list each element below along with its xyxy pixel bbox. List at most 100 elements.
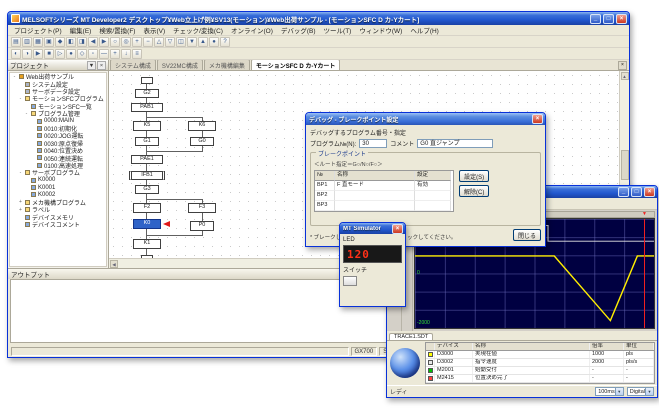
channel-row[interactable]: D3002 指令速度 2000 pls/s (426, 359, 654, 367)
dialog-close-button[interactable]: × (532, 114, 543, 124)
sfc-step-k6[interactable]: K6 (188, 121, 216, 131)
menu-item[interactable]: 検索/置換(F) (95, 25, 139, 35)
simulator-icon[interactable]: ◐ (11, 49, 21, 59)
tree-item[interactable]: K0002 (10, 191, 106, 198)
open-project-icon[interactable]: ▥ (22, 37, 32, 47)
replace-icon[interactable]: ◎ (121, 37, 131, 47)
sfc-step-ifb1[interactable]: IFB1 (129, 171, 165, 180)
paste-icon[interactable]: ◨ (77, 37, 87, 47)
read-from-motion-icon[interactable]: ▲ (198, 37, 208, 47)
sfc-transition-g2[interactable]: G2 (135, 89, 159, 98)
transfer-setup-icon[interactable]: ◫ (176, 37, 186, 47)
tree-item[interactable]: 0010:初期化 (10, 125, 106, 132)
main-titlebar[interactable]: MELSOFTシリーズ MT Developer2 デスクトップ¥Web立上げ例… (8, 12, 629, 25)
start-icon[interactable]: ▶ (33, 49, 43, 59)
sfc-step-k0-selected[interactable]: K0 (133, 219, 161, 229)
cursor-marker-icon[interactable]: ▼ (642, 211, 647, 218)
sfc-step-k5[interactable]: K5 (133, 121, 161, 131)
redo-icon[interactable]: ▶ (99, 37, 109, 47)
comment-field[interactable]: G0 直ジャンプ (417, 139, 493, 148)
tree-item[interactable]: 0100:高速処理 (10, 162, 106, 169)
program-number-field[interactable]: 30 (359, 139, 387, 148)
close-button[interactable]: × (616, 14, 627, 24)
tree-item[interactable]: 0050:連続運転 (10, 154, 106, 161)
tree-item[interactable]: - サーボプログラム (10, 169, 106, 176)
tree-expander-icon[interactable]: - (12, 74, 17, 80)
branch-symbol-icon[interactable]: + (110, 49, 120, 59)
tree-expander-icon[interactable]: - (18, 170, 23, 176)
sfc-start-step[interactable] (141, 77, 153, 84)
tree-item[interactable]: デバイスコメント (10, 221, 106, 228)
clear-breakpoint-button[interactable]: 解除(C) (459, 185, 489, 197)
sfc-step-pab1[interactable]: PAB1 (131, 103, 163, 112)
debug-icon[interactable]: ◑ (22, 49, 32, 59)
tree-expander-icon[interactable]: - (18, 96, 23, 102)
step-symbol-icon[interactable]: ▫ (88, 49, 98, 59)
scope-close-button[interactable]: × (644, 187, 655, 197)
tree-expander-icon[interactable]: - (24, 111, 29, 117)
breakpoint-row[interactable]: BP3 (315, 201, 453, 211)
breakpoint-row[interactable]: BP1 F 直モード 有効 (315, 181, 453, 191)
menu-item[interactable]: オンライン(O) (227, 25, 277, 35)
tree-item[interactable]: システム設定 (10, 80, 106, 87)
help-icon[interactable]: ? (220, 37, 230, 47)
tab-mechanism[interactable]: メカ機構編集 (204, 60, 250, 70)
sfc-transition-g3[interactable]: G3 (135, 185, 159, 194)
menu-item[interactable]: 編集(E) (66, 25, 96, 35)
write-to-motion-icon[interactable]: ▼ (187, 37, 197, 47)
tree-item[interactable]: 0030:原点復帰 (10, 140, 106, 147)
tab-close-icon[interactable]: × (618, 61, 627, 70)
stop-icon[interactable]: ■ (44, 49, 54, 59)
menu-item[interactable]: チェック/変換(C) (169, 25, 227, 35)
minimize-button[interactable]: _ (590, 14, 601, 24)
tree-expander-icon[interactable]: + (18, 207, 23, 213)
close-dialog-button[interactable]: 閉じる (513, 229, 541, 241)
tree-item[interactable]: + メカ機構プログラム (10, 199, 106, 206)
sfc-transition-g1[interactable]: G1 (135, 137, 159, 146)
find-icon[interactable]: ○ (110, 37, 120, 47)
monitor-icon[interactable]: ● (209, 37, 219, 47)
tree-item[interactable]: - プログラム管理 (10, 110, 106, 117)
tree-item[interactable]: 0020:JOG運転 (10, 132, 106, 139)
tab-motion-sfc[interactable]: モーションSFC D カ-Yカート (251, 60, 341, 70)
zoom-out-icon[interactable]: − (143, 37, 153, 47)
copy-icon[interactable]: ◧ (66, 37, 76, 47)
panel-close-icon[interactable]: × (97, 61, 106, 70)
maximize-button[interactable]: □ (603, 14, 614, 24)
scope-minimize-button[interactable]: _ (618, 187, 629, 197)
tree-item[interactable]: 0040:位置決め (10, 147, 106, 154)
transition-symbol-icon[interactable]: — (99, 49, 109, 59)
breakpoint-icon[interactable]: ● (66, 49, 76, 59)
trace-file-tab[interactable]: TRACE1.SDT (389, 333, 433, 340)
tree-item[interactable]: + ラベル (10, 206, 106, 213)
tree-item[interactable]: K0001 (10, 184, 106, 191)
save-project-icon[interactable]: ▦ (33, 37, 43, 47)
project-check-icon[interactable]: △ (154, 37, 164, 47)
tab-sv22-config[interactable]: SV22MC構成 (157, 60, 203, 70)
tree-item[interactable]: モーションSFC一覧 (10, 103, 106, 110)
menu-item[interactable]: デバッグ(B) (277, 25, 320, 35)
sfc-step-f3[interactable]: F3 (188, 203, 216, 213)
set-breakpoint-button[interactable]: 設定(S) (459, 170, 489, 182)
comment-icon[interactable]: ≡ (132, 49, 142, 59)
tree-item[interactable]: サーボデータ設定 (10, 88, 106, 95)
switch-button[interactable] (343, 276, 357, 286)
tree-item[interactable]: - モーションSFCプログラム (10, 95, 106, 102)
sfc-step-f2[interactable]: F2 (133, 203, 161, 213)
breakpoint-row[interactable]: BP2 (315, 191, 453, 201)
print-icon[interactable]: ▣ (44, 37, 54, 47)
scroll-left-icon[interactable]: ◀ (110, 260, 118, 268)
dialog-titlebar[interactable]: デバッグ - ブレークポイント設定 × (306, 113, 545, 125)
new-project-icon[interactable]: ▤ (11, 37, 21, 47)
mode-combo[interactable]: Digital ▼ (627, 387, 654, 396)
jump-symbol-icon[interactable]: ↓ (121, 49, 131, 59)
tree-item[interactable]: 0000:MAIN (10, 117, 106, 124)
tree-item[interactable]: デバイスメモリ (10, 213, 106, 220)
channel-row[interactable]: D3000 実現在値 1000 pls (426, 351, 654, 359)
undo-icon[interactable]: ◀ (88, 37, 98, 47)
channel-row[interactable]: M2001 始動受付 - - (426, 367, 654, 375)
menu-item[interactable]: ツール(T) (320, 25, 356, 35)
scope-maximize-button[interactable]: □ (631, 187, 642, 197)
cut-icon[interactable]: ◆ (55, 37, 65, 47)
cursor-line[interactable] (644, 219, 645, 328)
